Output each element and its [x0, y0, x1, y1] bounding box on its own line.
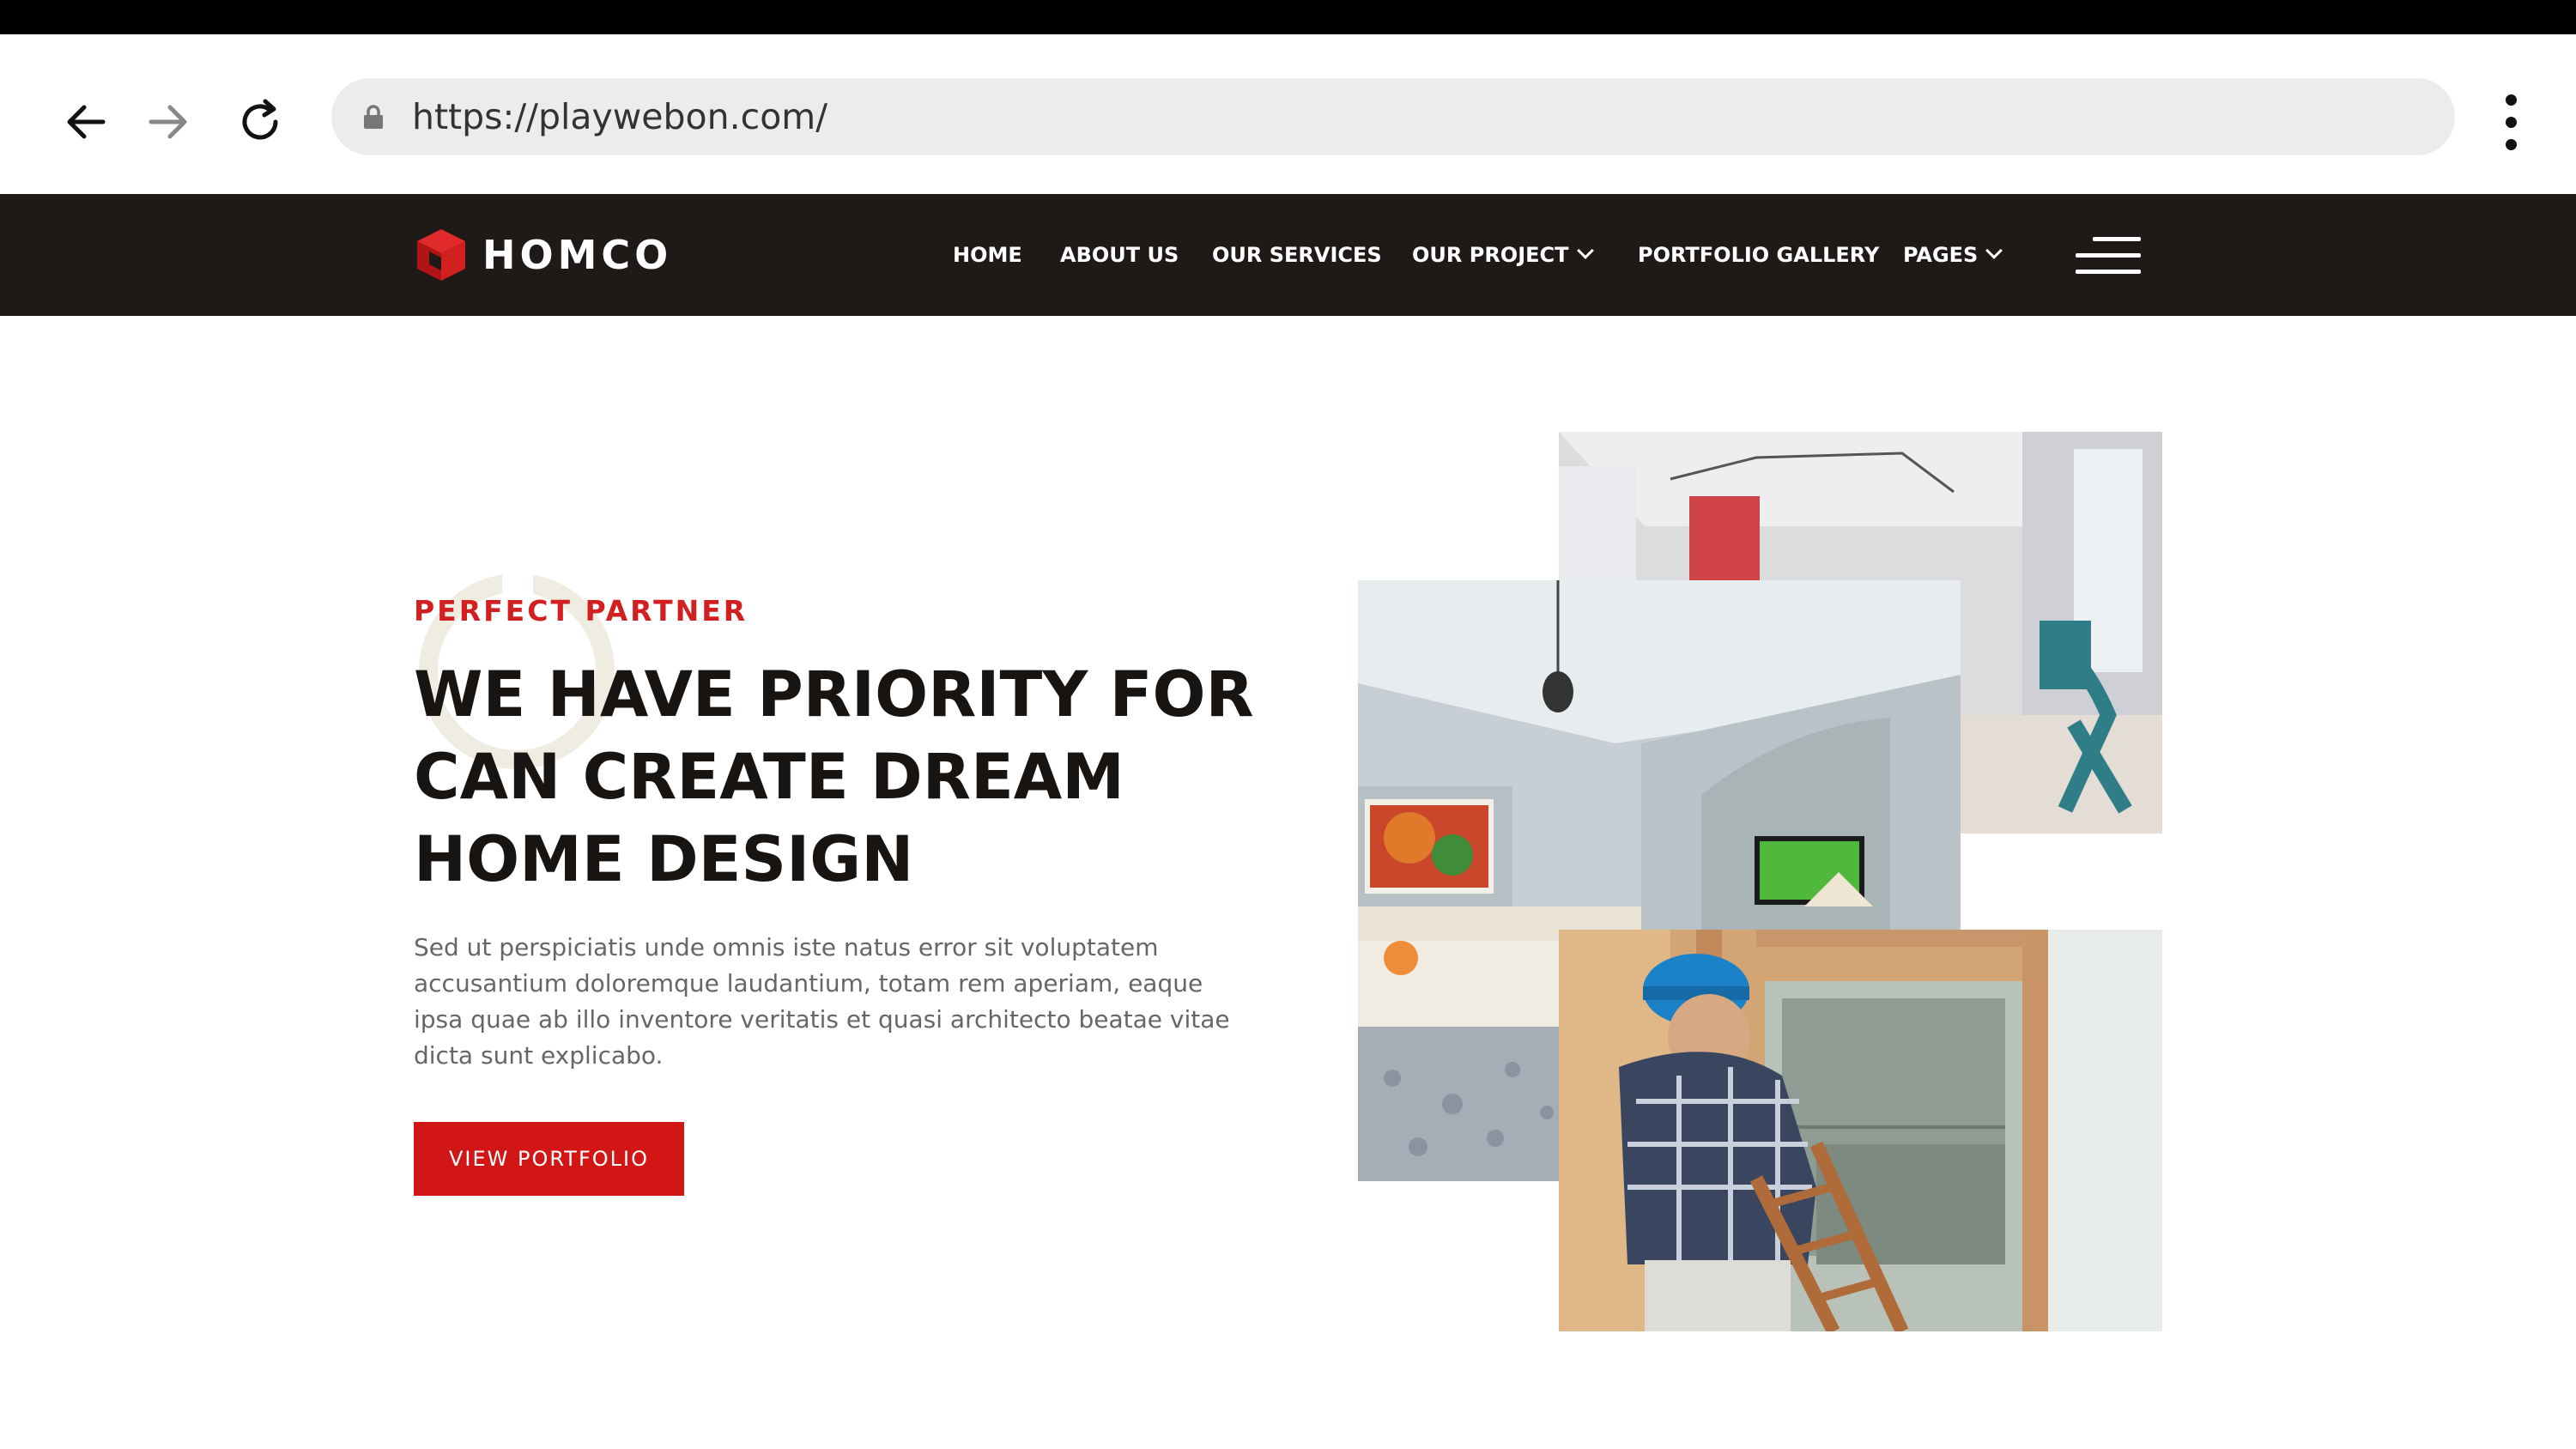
hamburger-menu-button[interactable] [2076, 237, 2141, 275]
nav-home[interactable]: HOME [953, 194, 1022, 316]
back-button[interactable] [52, 88, 120, 156]
hero-eyebrow: PERFECT PARTNER [414, 594, 749, 627]
construction-worker-photo [1559, 930, 2162, 1331]
chevron-down-icon [1985, 242, 2003, 259]
nav-our-project[interactable]: OUR PROJECT [1412, 194, 1594, 316]
reload-icon [242, 99, 278, 140]
nav-about-us[interactable]: ABOUT US [1060, 194, 1179, 316]
hero-headline: WE HAVE PRIORITY FOR CAN CREATE DREAM HO… [414, 658, 1254, 896]
cube-logo-icon [417, 229, 465, 281]
site-header: HOMCO HOME ABOUT US OUR SERVICES OUR PRO… [0, 194, 2576, 316]
nav-pages[interactable]: PAGES [1903, 194, 2003, 316]
logo-text: HOMCO [482, 232, 673, 278]
hero-description: Sed ut perspiciatis unde omnis iste natu… [414, 933, 1230, 1070]
kebab-menu-icon [2505, 94, 2517, 106]
hamburger-icon [2093, 237, 2141, 241]
browser-toolbar: https://playwebon.com/ [0, 34, 2576, 194]
chevron-down-icon [1576, 242, 1594, 259]
arrow-left-icon [67, 105, 106, 139]
reload-button[interactable] [226, 88, 294, 156]
nav-portfolio-gallery[interactable]: PORTFOLIO GALLERY [1638, 194, 1879, 316]
address-bar[interactable]: https://playwebon.com/ [331, 78, 2455, 155]
nav-our-services[interactable]: OUR SERVICES [1212, 194, 1382, 316]
device-status-bar [0, 0, 2576, 34]
site-logo[interactable]: HOMCO [412, 226, 672, 284]
view-portfolio-button[interactable]: VIEW PORTFOLIO [414, 1122, 684, 1196]
lock-icon [364, 105, 383, 129]
forward-button[interactable] [134, 88, 203, 156]
browser-menu-button[interactable] [2489, 88, 2532, 156]
arrow-right-icon [148, 105, 187, 139]
url-text: https://playwebon.com/ [412, 96, 828, 137]
